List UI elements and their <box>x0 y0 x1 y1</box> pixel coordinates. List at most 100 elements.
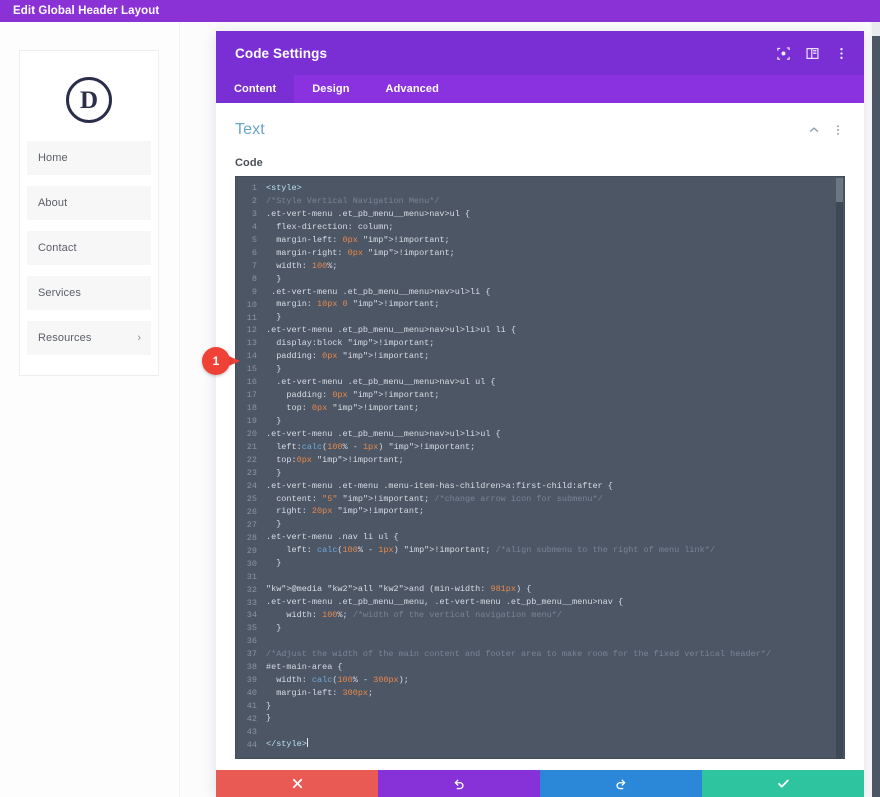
editor-code-line: </style> <box>266 738 844 751</box>
sidebar-item-resources[interactable]: Resources › <box>27 321 151 355</box>
editor-line-number: 20 <box>236 428 260 441</box>
layout-panel-icon[interactable] <box>803 44 821 62</box>
save-button[interactable] <box>702 770 864 797</box>
editor-line-number: 16 <box>236 376 260 389</box>
modal-title: Code Settings <box>235 46 774 61</box>
editor-code-line: } <box>266 518 844 531</box>
sidebar-item-home[interactable]: Home <box>27 141 151 175</box>
chevron-up-icon[interactable] <box>807 123 821 137</box>
editor-code-line: margin-left: 300px; <box>266 687 844 700</box>
sidebar-item-about[interactable]: About <box>27 186 151 220</box>
editor-code-line <box>266 725 844 738</box>
editor-line-number: 31 <box>236 571 260 584</box>
editor-code-line: } <box>266 700 844 713</box>
editor-line-number: 32 <box>236 584 260 597</box>
code-field-label: Code <box>235 157 845 169</box>
editor-code-line: } <box>266 622 844 635</box>
sidebar-item-label: Resources <box>38 332 91 344</box>
editor-scrollbar-thumb[interactable] <box>836 178 843 202</box>
editor-code-line: margin: 10px 0 "imp">!important; <box>266 298 844 311</box>
focus-icon[interactable] <box>774 44 792 62</box>
editor-line-number: 41 <box>236 700 260 713</box>
editor-line-number: 24 <box>236 480 260 493</box>
editor-line-number: 2 <box>236 195 260 208</box>
editor-code-area[interactable]: <style>/*Style Vertical Navigation Menu*… <box>260 177 844 758</box>
editor-line-number: 44 <box>236 739 260 752</box>
editor-line-number: 3 <box>236 208 260 221</box>
editor-code-line: .et-vert-menu .et-menu .menu-item-has-ch… <box>266 480 844 493</box>
page-title: Edit Global Header Layout <box>0 5 159 17</box>
editor-code-line: padding: 0px "imp">!important; <box>266 389 844 402</box>
tab-content[interactable]: Content <box>216 75 294 103</box>
editor-code-line: .et-vert-menu .et_pb_menu__menu>nav>ul u… <box>266 376 844 389</box>
editor-code-line: } <box>266 273 844 286</box>
editor-line-number: 33 <box>236 597 260 610</box>
sidebar-item-contact[interactable]: Contact <box>27 231 151 265</box>
editor-line-number: 42 <box>236 713 260 726</box>
editor-line-number: 18 <box>236 402 260 415</box>
editor-line-number: 34 <box>236 609 260 622</box>
editor-line-number: 30 <box>236 558 260 571</box>
sidebar-item-label: About <box>38 197 67 209</box>
editor-line-number: 39 <box>236 674 260 687</box>
editor-code-line: .et-vert-menu .et_pb_menu__menu, .et-ver… <box>266 596 844 609</box>
editor-code-line: display:block "imp">!important; <box>266 337 844 350</box>
sidebar-item-label: Contact <box>38 242 77 254</box>
editor-code-line: top: 0px "imp">!important; <box>266 402 844 415</box>
page-scrollbar[interactable] <box>870 22 880 797</box>
editor-code-line: #et-main-area { <box>266 661 844 674</box>
editor-code-line: } <box>266 712 844 725</box>
undo-button[interactable] <box>378 770 540 797</box>
editor-line-number: 8 <box>236 273 260 286</box>
cancel-button[interactable] <box>216 770 378 797</box>
editor-code-line: } <box>266 415 844 428</box>
editor-line-number: 35 <box>236 622 260 635</box>
editor-code-line: margin-right: 0px "imp">!important; <box>266 247 844 260</box>
page-scrollbar-track[interactable] <box>872 22 880 797</box>
editor-line-number: 4 <box>236 221 260 234</box>
code-settings-modal: Code Settings <box>216 31 864 797</box>
editor-line-number: 40 <box>236 687 260 700</box>
editor-line-number: 22 <box>236 454 260 467</box>
divi-builder-screen: Edit Global Header Layout D Home About C… <box>0 0 880 797</box>
editor-line-number: 23 <box>236 467 260 480</box>
more-vertical-icon[interactable] <box>831 123 845 137</box>
editor-code-line: /*Adjust the width of the main content a… <box>266 648 844 661</box>
section-header-icons <box>807 123 845 137</box>
editor-line-number: 6 <box>236 247 260 260</box>
editor-code-line: margin-left: 0px "imp">!important; <box>266 234 844 247</box>
editor-code-line: .et-vert-menu .et_pb_menu__menu>nav>ul>l… <box>266 324 844 337</box>
editor-code-line: } <box>266 311 844 324</box>
editor-code-line: .et-vert-menu .et_pb_menu__menu>nav>ul>l… <box>266 286 844 299</box>
editor-code-line <box>266 635 844 648</box>
page-scrollbar-thumb[interactable] <box>872 22 880 36</box>
editor-code-line: right: 20px "imp">!important; <box>266 505 844 518</box>
editor-line-number: 17 <box>236 389 260 402</box>
editor-line-number: 38 <box>236 661 260 674</box>
editor-gutter: 1234567891011121314151617181920212223242… <box>236 177 260 758</box>
editor-code-line: .et-vert-menu .nav li ul { <box>266 531 844 544</box>
editor-line-number: 9 <box>236 286 260 299</box>
editor-line-number: 43 <box>236 726 260 739</box>
editor-line-number: 28 <box>236 532 260 545</box>
editor-code-line: content: "5" "imp">!important; /*change … <box>266 493 844 506</box>
more-vertical-icon[interactable] <box>832 44 850 62</box>
editor-line-number: 12 <box>236 324 260 337</box>
editor-code-line: left:calc(100% - 1px) "imp">!important; <box>266 441 844 454</box>
editor-code-line: width: 100%; /*width of the vertical nav… <box>266 609 844 622</box>
editor-code-line: } <box>266 363 844 376</box>
sidebar-item-services[interactable]: Services <box>27 276 151 310</box>
code-editor[interactable]: 1234567891011121314151617181920212223242… <box>235 176 845 759</box>
editor-code-line: width: 100%; <box>266 260 844 273</box>
editor-code-line: "kw">@media "kw2">all "kw2">and (min-wid… <box>266 583 844 596</box>
tab-advanced[interactable]: Advanced <box>368 75 457 103</box>
sidebar-item-label: Services <box>38 287 81 299</box>
editor-code-line: .et-vert-menu .et_pb_menu__menu>nav>ul>l… <box>266 428 844 441</box>
editor-line-number: 11 <box>236 312 260 325</box>
sidebar-item-label: Home <box>38 152 68 164</box>
editor-line-number: 36 <box>236 635 260 648</box>
tab-design[interactable]: Design <box>294 75 367 103</box>
editor-scrollbar[interactable] <box>836 178 843 759</box>
modal-header: Code Settings <box>216 31 864 75</box>
redo-button[interactable] <box>540 770 702 797</box>
